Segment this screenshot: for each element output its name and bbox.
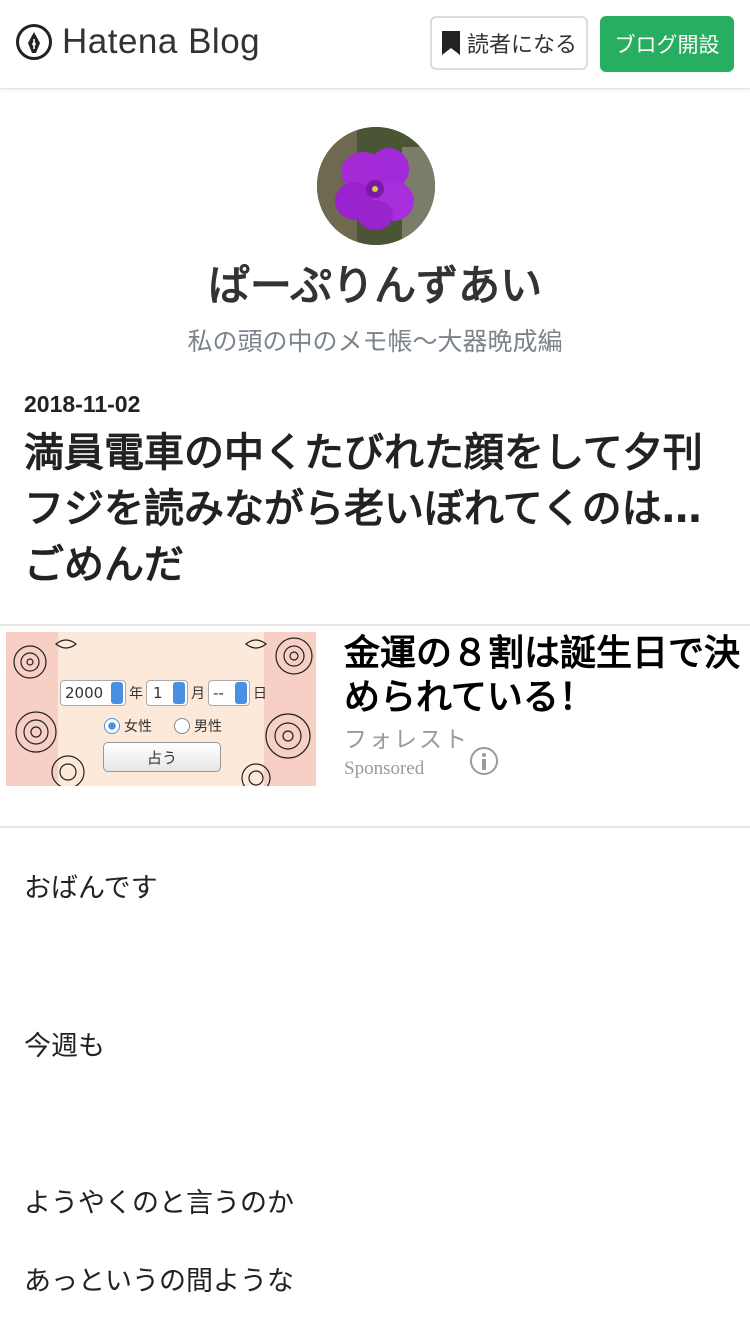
day-unit: 日: [253, 686, 267, 702]
female-label: 女性: [124, 719, 152, 735]
radio-female[interactable]: [104, 718, 120, 734]
day-select[interactable]: --: [208, 680, 250, 706]
day-value: --: [213, 684, 224, 702]
hatena-blog-logo[interactable]: Hatena Blog: [16, 22, 260, 62]
subscribe-button[interactable]: 読者になる: [430, 16, 588, 70]
entry-date[interactable]: 2018-11-02: [24, 391, 140, 418]
open-blog-button[interactable]: ブログ開設: [600, 16, 734, 72]
fortune-submit-button[interactable]: 占う: [103, 742, 221, 772]
fortune-submit-label: 占う: [146, 748, 177, 767]
entry-title[interactable]: 満員電車の中くたびれた顔をして夕刊フジを読みながら老いぼれてくのは…ごめんだ: [24, 425, 729, 593]
year-select[interactable]: 2000: [60, 680, 126, 706]
subscribe-button-label: 読者になる: [466, 33, 577, 58]
male-label: 男性: [194, 719, 222, 735]
stepper-icon: [111, 682, 123, 704]
month-unit: 月: [191, 686, 205, 702]
flower-image: [317, 127, 435, 245]
body-paragraph: おばんです: [24, 873, 158, 904]
divider: [0, 624, 750, 626]
body-paragraph: 今週も: [24, 1031, 105, 1062]
stepper-icon: [235, 682, 247, 704]
divider: [0, 826, 750, 828]
year-value: 2000: [65, 684, 104, 702]
blog-subtitle: 私の頭の中のメモ帳～大器晩成編: [187, 327, 563, 356]
logo-text: Hatena Blog: [62, 22, 261, 61]
month-value: 1: [153, 684, 163, 702]
blog-avatar[interactable]: [317, 127, 435, 245]
ad-title[interactable]: 金運の８割は誕生日で決められている！: [344, 632, 744, 720]
blog-title[interactable]: ぱーぷりんずあい: [0, 252, 750, 313]
ad-sponsored-label: Sponsored: [344, 758, 425, 779]
top-bar: Hatena Blog 読者になる ブログ開設: [0, 0, 750, 89]
month-select[interactable]: 1: [146, 680, 188, 706]
year-unit: 年: [129, 686, 143, 702]
ad-advertiser: フォレスト: [344, 727, 469, 753]
pen-nib-icon: [16, 24, 52, 60]
bookmark-icon: [441, 31, 460, 55]
body-paragraph: ようやくのと言うのか: [24, 1188, 294, 1219]
open-blog-button-label: ブログ開設: [614, 33, 720, 57]
stepper-icon: [173, 682, 185, 704]
radio-male[interactable]: [174, 718, 190, 734]
info-icon[interactable]: [469, 746, 499, 780]
ad-image[interactable]: 2000 年 1 月 -- 日 女性 男性 占う: [6, 632, 316, 786]
body-paragraph: あっというの間ような: [24, 1266, 294, 1297]
